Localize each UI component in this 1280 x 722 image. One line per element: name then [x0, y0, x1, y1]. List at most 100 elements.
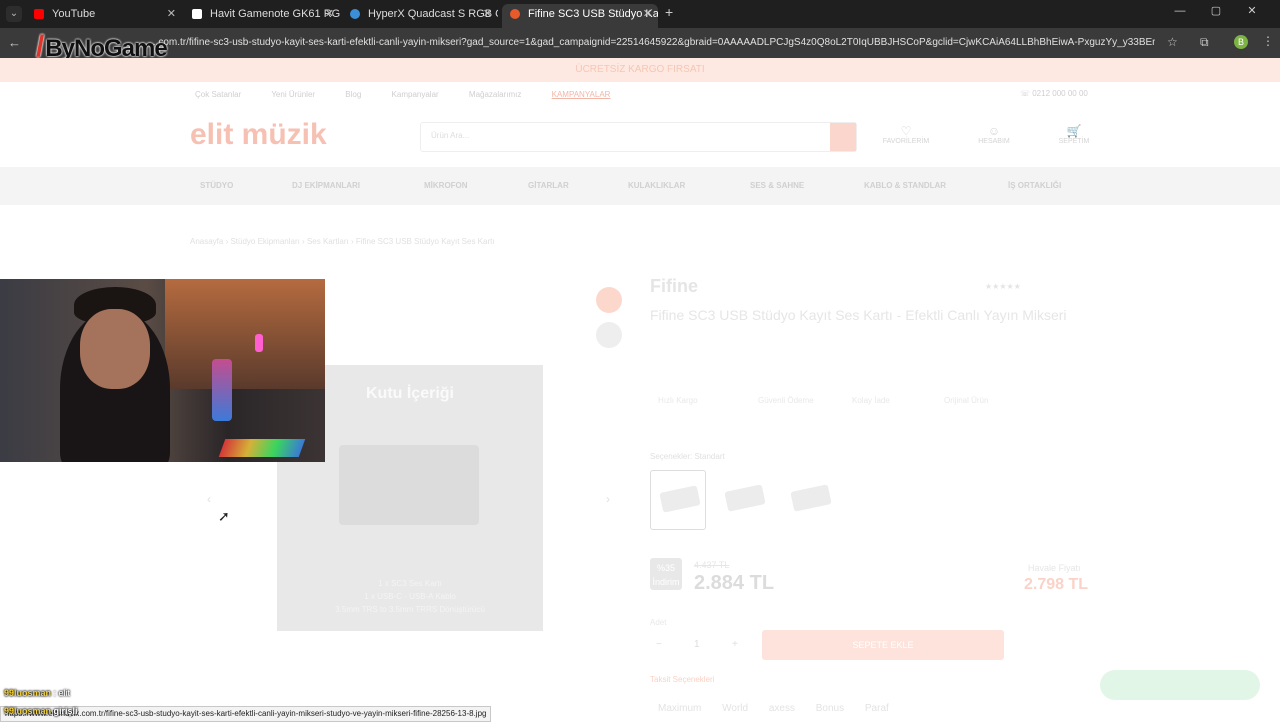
- chat-message: 99luosman girişli: [4, 706, 78, 716]
- favorites-link[interactable]: ♡ FAVORİLERİM: [876, 124, 936, 145]
- payment-brand: Bonus: [815, 703, 845, 714]
- top-link-campaigns[interactable]: KAMPANYALAR: [552, 90, 611, 99]
- chat-text: : elit: [53, 688, 71, 698]
- caption-line: 1 x USB-C - USB-A Kablo: [364, 592, 456, 601]
- top-link[interactable]: Çok Satanlar: [195, 90, 241, 99]
- tab-search-button[interactable]: ⌄: [6, 6, 22, 22]
- feature-item: Orijinal Ürün: [944, 396, 989, 405]
- whatsapp-chat-button[interactable]: [1100, 670, 1260, 700]
- chat-text: girişli: [53, 706, 78, 716]
- category-item[interactable]: KABLO & STANDLAR: [864, 181, 946, 190]
- phone-number: ☏ 0212 000 00 00: [1020, 89, 1088, 98]
- top-link[interactable]: Kampanyalar: [392, 90, 439, 99]
- product-brand[interactable]: Fifine: [650, 276, 698, 297]
- tab-label: HyperX Quadcast S RGB Oyunc: [368, 8, 498, 20]
- product-title: Fifine SC3 USB Stüdyo Kayıt Ses Kartı - …: [650, 307, 1067, 323]
- qty-value[interactable]: 1: [694, 639, 700, 650]
- webcam-overlay: [0, 279, 325, 462]
- payment-brands: Maximum World axess Bonus Paraf: [658, 703, 907, 714]
- chat-message: 99luosman : elit: [4, 688, 70, 698]
- qty-plus-button[interactable]: +: [732, 639, 738, 650]
- payment-brand: Paraf: [864, 703, 889, 714]
- account-label: HESABIM: [978, 138, 1010, 145]
- variant-option[interactable]: [650, 470, 706, 530]
- chat-user: 99luosman: [4, 688, 52, 698]
- user-icon: ☺: [987, 124, 1001, 138]
- top-link[interactable]: Blog: [345, 90, 361, 99]
- quantity-label: Adet: [650, 618, 667, 627]
- product-photo: [339, 445, 479, 525]
- tab-hyperx-quadcast[interactable]: HyperX Quadcast S RGB Oyunc ✕: [342, 4, 498, 24]
- add-to-cart-button[interactable]: SEPETE EKLE: [762, 630, 1004, 660]
- close-icon[interactable]: ✕: [643, 4, 652, 24]
- tab-label: YouTube: [52, 8, 96, 20]
- search-button[interactable]: [830, 123, 856, 151]
- variant-option[interactable]: [716, 470, 772, 530]
- close-icon[interactable]: ✕: [167, 4, 176, 24]
- tab-label: Havit Gamenote GK61 RGB Gam: [210, 8, 340, 20]
- extensions-icon[interactable]: ⧉: [1200, 35, 1209, 50]
- top-links: Çok Satanlar Yeni Ürünler Blog Kampanyal…: [195, 90, 638, 99]
- prev-image-arrow[interactable]: ‹: [207, 492, 211, 506]
- variant-thumbnail: [790, 484, 832, 512]
- close-icon[interactable]: ✕: [325, 4, 334, 24]
- site-icon: [192, 9, 202, 19]
- qty-minus-button[interactable]: −: [656, 639, 662, 650]
- top-link[interactable]: Yeni Ürünler: [271, 90, 315, 99]
- payment-brand: Maximum: [658, 703, 702, 714]
- phone-icon: ☏: [1020, 89, 1033, 98]
- thumbnail-dot[interactable]: [596, 322, 622, 348]
- water-bottle: [212, 359, 232, 421]
- variant-option[interactable]: [782, 470, 838, 530]
- phone-text: 0212 000 00 00: [1032, 89, 1088, 98]
- rating-stars: ★★★★★: [985, 282, 1021, 291]
- feature-item: Hızlı Kargo: [658, 396, 698, 405]
- search-input[interactable]: Ürün Ara...: [431, 131, 469, 140]
- close-icon[interactable]: ✕: [483, 4, 492, 24]
- category-item[interactable]: SES & SAHNE: [750, 181, 804, 190]
- category-item[interactable]: DJ EKİPMANLARI: [292, 181, 360, 190]
- installment-link[interactable]: Taksit Seçenekleri: [650, 675, 714, 684]
- old-price: 4.437 TL: [694, 560, 730, 570]
- tab-havit-keyboard[interactable]: Havit Gamenote GK61 RGB Gam ✕: [184, 4, 340, 24]
- streamer-face: [80, 309, 150, 389]
- minimize-button[interactable]: —: [1162, 5, 1198, 17]
- tab-fifine-sc3[interactable]: Fifine SC3 USB Stüdyo Kayıt Ses ✕: [502, 4, 658, 28]
- site-icon: [510, 9, 520, 19]
- account-link[interactable]: ☺ HESABIM: [964, 124, 1024, 145]
- next-image-arrow[interactable]: ›: [606, 492, 610, 506]
- category-item[interactable]: MİKROFON: [424, 181, 468, 190]
- url-field[interactable]: ...com.tr/fifine-sc3-usb-studyo-kayit-se…: [150, 37, 1155, 48]
- heart-icon: ♡: [900, 124, 912, 138]
- category-item[interactable]: STÜDYO: [200, 181, 233, 190]
- profile-avatar[interactable]: B: [1234, 35, 1248, 49]
- category-item[interactable]: KULAKLIKLAR: [628, 181, 685, 190]
- site-icon: [350, 9, 360, 19]
- payment-brand: axess: [768, 703, 795, 714]
- tab-youtube[interactable]: YouTube ✕: [26, 4, 182, 24]
- tab-label: Fifine SC3 USB Stüdyo Kayıt Ses: [528, 8, 658, 20]
- breadcrumb[interactable]: Anasayfa › Stüdyo Ekipmanları › Ses Kart…: [190, 237, 495, 246]
- search-box[interactable]: Ürün Ara...: [420, 122, 857, 152]
- mouse-cursor-icon: ➚: [218, 508, 230, 524]
- thumbnail-dot[interactable]: [596, 287, 622, 313]
- discount-percent: %35: [656, 563, 675, 573]
- rgb-light: [255, 334, 263, 352]
- caption-line: 3.5mm TRS to 3.5mm TRRS Dönüştürücü: [335, 605, 485, 614]
- back-arrow-icon[interactable]: ←: [8, 35, 21, 50]
- caption-line: 1 x SC3 Ses Kartı: [378, 579, 442, 588]
- close-window-button[interactable]: ✕: [1234, 4, 1270, 17]
- top-link[interactable]: Mağazalarımız: [469, 90, 521, 99]
- category-item[interactable]: İŞ ORTAKLIĞI: [1008, 181, 1061, 190]
- menu-kebab-icon[interactable]: ⋮: [1262, 34, 1274, 48]
- site-logo[interactable]: elit müzik: [190, 118, 327, 152]
- youtube-icon: [34, 9, 44, 19]
- bookmark-star-icon[interactable]: ☆: [1167, 35, 1178, 49]
- cart-link[interactable]: 🛒 SEPETİM: [1044, 124, 1104, 145]
- category-nav: STÜDYO DJ EKİPMANLARI MİKROFON GİTARLAR …: [0, 167, 1280, 205]
- webcam-background: [165, 279, 325, 389]
- window-controls: — ▢ ✕: [1162, 4, 1270, 17]
- category-item[interactable]: GİTARLAR: [528, 181, 569, 190]
- new-tab-button[interactable]: +: [665, 4, 673, 20]
- maximize-button[interactable]: ▢: [1198, 4, 1234, 17]
